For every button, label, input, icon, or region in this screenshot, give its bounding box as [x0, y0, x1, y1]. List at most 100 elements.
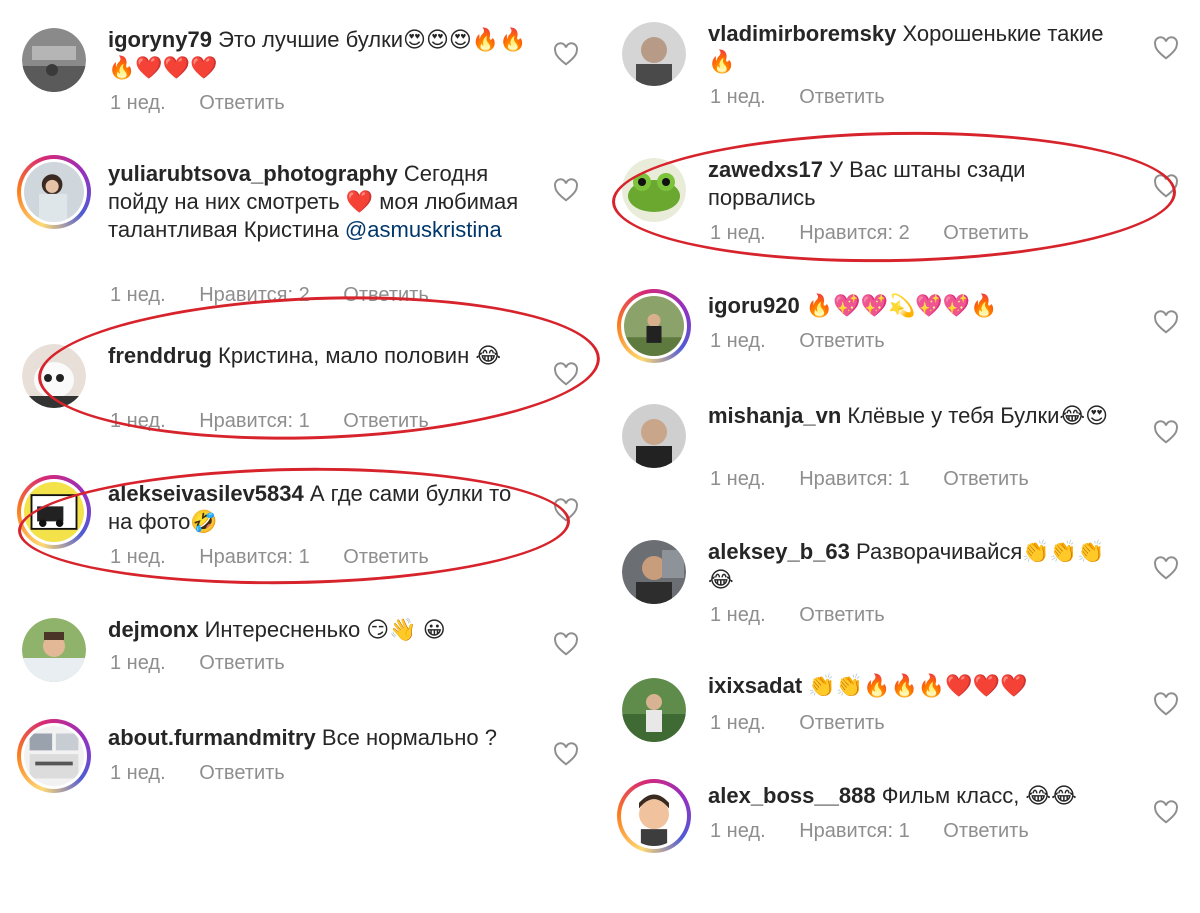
reply-button[interactable]: Ответить: [943, 468, 1029, 490]
heart-icon[interactable]: [1153, 174, 1179, 198]
comment-body: igoru920 🔥💖💖💫💖💖🔥: [708, 292, 1128, 320]
reply-button[interactable]: Ответить: [343, 410, 429, 432]
reply-button[interactable]: Ответить: [799, 86, 885, 108]
mention-link[interactable]: @asmuskristina: [345, 217, 502, 242]
comment-body: alekseivasilev5834 А где сами булки то н…: [108, 480, 528, 536]
comment-meta: 1 нед. Нравится: 1 Ответить: [710, 468, 1057, 491]
avatar[interactable]: [622, 22, 686, 86]
heart-icon[interactable]: [553, 178, 579, 202]
avatar[interactable]: [22, 618, 86, 682]
comment-body: ixixsadat 👏👏🔥🔥🔥❤️❤️❤️: [708, 672, 1128, 700]
comment-meta: 1 нед. Нравится: 1 Ответить: [710, 820, 1057, 843]
comment-body: vladimirboremsky Хорошенькие такие🔥: [708, 20, 1128, 76]
comment-meta: 1 нед. Ответить: [710, 86, 913, 109]
heart-icon[interactable]: [1153, 556, 1179, 580]
heart-icon[interactable]: [1153, 36, 1179, 60]
comment-username[interactable]: yuliarubtsova_photography: [108, 161, 398, 186]
comment-time: 1 нед.: [110, 410, 166, 432]
comment-meta: 1 нед. Ответить: [110, 92, 313, 115]
comment-username[interactable]: ixixsadat: [708, 673, 802, 698]
comment-username[interactable]: about.furmandmitry: [108, 725, 316, 750]
comment-username[interactable]: aleksey_b_63: [708, 539, 850, 564]
heart-icon[interactable]: [553, 498, 579, 522]
avatar[interactable]: [622, 404, 686, 468]
comment-username[interactable]: alex_boss__888: [708, 783, 876, 808]
avatar[interactable]: [622, 540, 686, 604]
heart-icon[interactable]: [553, 742, 579, 766]
comment-username[interactable]: vladimirboremsky: [708, 21, 896, 46]
comment-time: 1 нед.: [710, 330, 766, 352]
heart-icon[interactable]: [1153, 310, 1179, 334]
reply-button[interactable]: Ответить: [199, 652, 285, 674]
heart-icon[interactable]: [553, 632, 579, 656]
reply-button[interactable]: Ответить: [199, 92, 285, 114]
like-count[interactable]: Нравится: 1: [799, 468, 910, 490]
comment-time: 1 нед.: [110, 762, 166, 784]
avatar[interactable]: [22, 28, 86, 92]
avatar[interactable]: [22, 344, 86, 408]
reply-button[interactable]: Ответить: [799, 604, 885, 626]
comment-meta: 1 нед. Ответить: [110, 652, 313, 675]
avatar[interactable]: [622, 158, 686, 222]
comment-time: 1 нед.: [110, 92, 166, 114]
heart-icon[interactable]: [553, 362, 579, 386]
comment-meta: 1 нед. Ответить: [110, 762, 313, 785]
comment-text: Клёвые у тебя Булки😂😍: [847, 403, 1109, 428]
comment-text: Все нормально ?: [321, 725, 497, 750]
comment-text: 🔥💖💖💫💖💖🔥: [805, 293, 998, 318]
comment-text: 👏👏🔥🔥🔥❤️❤️❤️: [808, 673, 1028, 698]
heart-icon[interactable]: [1153, 420, 1179, 444]
comment-time: 1 нед.: [710, 604, 766, 626]
comment-time: 1 нед.: [710, 468, 766, 490]
comment-username[interactable]: mishanja_vn: [708, 403, 841, 428]
heart-icon[interactable]: [553, 42, 579, 66]
comment-time: 1 нед.: [110, 546, 166, 568]
avatar[interactable]: [17, 155, 91, 229]
avatar[interactable]: [17, 719, 91, 793]
heart-icon[interactable]: [1153, 800, 1179, 824]
comment-username[interactable]: frenddrug: [108, 343, 212, 368]
comment-text: Фильм класс, 😂😂: [881, 783, 1077, 808]
heart-icon[interactable]: [1153, 692, 1179, 716]
avatar[interactable]: [617, 779, 691, 853]
comment-username[interactable]: zawedxs17: [708, 157, 823, 182]
avatar[interactable]: [622, 678, 686, 742]
reply-button[interactable]: Ответить: [199, 762, 285, 784]
reply-button[interactable]: Ответить: [343, 546, 429, 568]
reply-button[interactable]: Ответить: [343, 284, 429, 306]
reply-button[interactable]: Ответить: [943, 820, 1029, 842]
avatar[interactable]: [617, 289, 691, 363]
comment-body: igoryny79 Это лучшие булки😍😍😍🔥🔥🔥❤️❤️❤️: [108, 26, 528, 82]
comment-time: 1 нед.: [710, 222, 766, 244]
comment-body: yuliarubtsova_photography Сегодня пойду …: [108, 160, 528, 244]
comment-body: aleksey_b_63 Разворачивайся👏👏👏😂: [708, 538, 1128, 594]
comment-body: frenddrug Кристина, мало половин 😂: [108, 342, 528, 370]
comment-username[interactable]: igoru920: [708, 293, 800, 318]
like-count[interactable]: Нравится: 1: [799, 820, 910, 842]
comment-text: Интересненько 😏👋 😀: [204, 617, 446, 642]
comment-username[interactable]: dejmonx: [108, 617, 198, 642]
comment-time: 1 нед.: [710, 86, 766, 108]
reply-button[interactable]: Ответить: [943, 222, 1029, 244]
comment-username[interactable]: alekseivasilev5834: [108, 481, 304, 506]
comment-meta: 1 нед. Нравится: 1 Ответить: [110, 546, 457, 569]
comment-time: 1 нед.: [110, 284, 166, 306]
comment-username[interactable]: igoryny79: [108, 27, 212, 52]
avatar[interactable]: [17, 475, 91, 549]
comment-meta: 1 нед. Нравится: 2 Ответить: [710, 222, 1057, 245]
comment-text: Кристина, мало половин 😂: [218, 343, 502, 368]
reply-button[interactable]: Ответить: [799, 330, 885, 352]
like-count[interactable]: Нравится: 1: [199, 410, 310, 432]
comment-time: 1 нед.: [110, 652, 166, 674]
like-count[interactable]: Нравится: 2: [799, 222, 910, 244]
like-count[interactable]: Нравится: 2: [199, 284, 310, 306]
comment-body: about.furmandmitry Все нормально ?: [108, 724, 528, 752]
comment-body: dejmonx Интересненько 😏👋 😀: [108, 616, 528, 644]
like-count[interactable]: Нравится: 1: [199, 546, 310, 568]
comment-time: 1 нед.: [710, 820, 766, 842]
comment-meta: 1 нед. Нравится: 1 Ответить: [110, 410, 457, 433]
comment-time: 1 нед.: [710, 712, 766, 734]
reply-button[interactable]: Ответить: [799, 712, 885, 734]
comment-meta: 1 нед. Ответить: [710, 604, 913, 627]
comment-meta: 1 нед. Ответить: [710, 330, 913, 353]
